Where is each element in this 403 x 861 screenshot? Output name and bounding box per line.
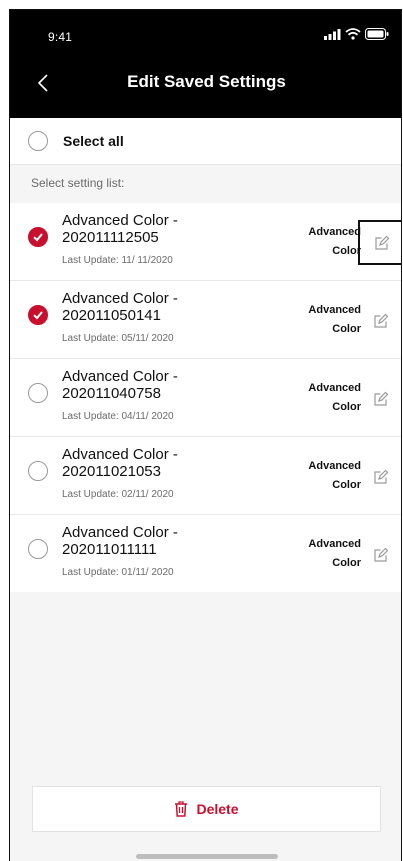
setting-name: Advanced Color - 202011011111 bbox=[62, 524, 232, 558]
setting-type: Advanced Color bbox=[291, 379, 361, 417]
edit-button[interactable] bbox=[358, 532, 401, 577]
select-all-radio[interactable] bbox=[28, 131, 48, 151]
setting-type: Advanced Color bbox=[291, 301, 361, 339]
setting-name-line1: Advanced Color - bbox=[62, 368, 178, 385]
header-bar: 9:41 Edit Saved Settings bbox=[10, 10, 401, 118]
edit-button[interactable] bbox=[358, 298, 401, 343]
setting-name-line2: 202011021053 bbox=[62, 463, 161, 480]
setting-type-line2: Color bbox=[332, 557, 361, 569]
setting-name-line1: Advanced Color - bbox=[62, 446, 178, 463]
edit-icon bbox=[374, 391, 389, 406]
item-checkbox[interactable] bbox=[28, 539, 48, 559]
setting-type: Advanced Color bbox=[291, 223, 361, 261]
setting-type: Advanced Color bbox=[291, 535, 361, 573]
section-label: Select setting list: bbox=[31, 176, 125, 190]
last-update: Last Update: 05/11/ 2020 bbox=[62, 333, 174, 344]
setting-type-line1: Advanced bbox=[308, 382, 361, 394]
page-title: Edit Saved Settings bbox=[127, 72, 286, 91]
setting-name-line1: Advanced Color - bbox=[62, 212, 178, 229]
setting-name-line2: 202011050141 bbox=[62, 307, 161, 324]
item-checkbox[interactable] bbox=[28, 227, 48, 247]
home-indicator bbox=[136, 854, 278, 859]
setting-type-line2: Color bbox=[332, 479, 361, 491]
list-item[interactable]: Advanced Color - 202011011111 Last Updat… bbox=[10, 515, 401, 592]
setting-name-line1: Advanced Color - bbox=[62, 524, 178, 541]
trash-icon bbox=[175, 801, 188, 817]
delete-label: Delete bbox=[196, 801, 239, 817]
setting-name: Advanced Color - 202011050141 bbox=[62, 290, 232, 324]
setting-type-line1: Advanced bbox=[308, 226, 361, 238]
last-update: Last Update: 11/ 11/2020 bbox=[62, 255, 173, 266]
setting-name-line2: 202011112505 bbox=[62, 229, 159, 246]
setting-name: Advanced Color - 202011040758 bbox=[62, 368, 232, 402]
setting-name-line2: 202011011111 bbox=[62, 541, 157, 558]
last-update: Last Update: 01/11/ 2020 bbox=[62, 567, 174, 578]
battery-icon bbox=[365, 28, 389, 40]
delete-button[interactable]: Delete bbox=[32, 786, 381, 832]
setting-type-line1: Advanced bbox=[308, 304, 361, 316]
checkmark-icon bbox=[33, 311, 43, 320]
select-all-label: Select all bbox=[63, 133, 124, 149]
last-update: Last Update: 02/11/ 2020 bbox=[62, 489, 174, 500]
edit-icon bbox=[374, 313, 389, 328]
signal-icon bbox=[324, 28, 341, 40]
setting-type-line2: Color bbox=[332, 323, 361, 335]
item-checkbox[interactable] bbox=[28, 461, 48, 481]
list-item[interactable]: Advanced Color - 202011050141 Last Updat… bbox=[10, 281, 401, 359]
wifi-icon bbox=[345, 28, 361, 40]
edit-button[interactable] bbox=[358, 220, 401, 265]
item-checkbox[interactable] bbox=[28, 305, 48, 325]
select-all-row[interactable]: Select all bbox=[10, 118, 401, 165]
list-item[interactable]: Advanced Color - 202011021053 Last Updat… bbox=[10, 437, 401, 515]
last-update: Last Update: 04/11/ 2020 bbox=[62, 411, 174, 422]
status-time: 9:41 bbox=[48, 30, 73, 44]
edit-icon bbox=[374, 469, 389, 484]
app-screen: 9:41 Edit Saved Settings Select all Sele… bbox=[9, 9, 402, 861]
setting-type-line2: Color bbox=[332, 401, 361, 413]
list-item[interactable]: Advanced Color - 202011040758 Last Updat… bbox=[10, 359, 401, 437]
edit-icon bbox=[374, 547, 389, 562]
edit-button[interactable] bbox=[358, 454, 401, 499]
edit-button[interactable] bbox=[358, 376, 401, 421]
setting-name: Advanced Color - 202011021053 bbox=[62, 446, 232, 480]
status-icons bbox=[324, 28, 389, 40]
setting-name-line1: Advanced Color - bbox=[62, 290, 178, 307]
checkmark-icon bbox=[33, 233, 43, 242]
setting-type-line1: Advanced bbox=[308, 538, 361, 550]
list-item[interactable]: Advanced Color - 202011112505 Last Updat… bbox=[10, 203, 401, 281]
setting-type-line1: Advanced bbox=[308, 460, 361, 472]
settings-list: Advanced Color - 202011112505 Last Updat… bbox=[10, 203, 401, 592]
setting-name-line2: 202011040758 bbox=[62, 385, 161, 402]
setting-type: Advanced Color bbox=[291, 457, 361, 495]
setting-name: Advanced Color - 202011112505 bbox=[62, 212, 232, 246]
item-checkbox[interactable] bbox=[28, 383, 48, 403]
setting-type-line2: Color bbox=[332, 245, 361, 257]
edit-icon bbox=[375, 235, 390, 250]
